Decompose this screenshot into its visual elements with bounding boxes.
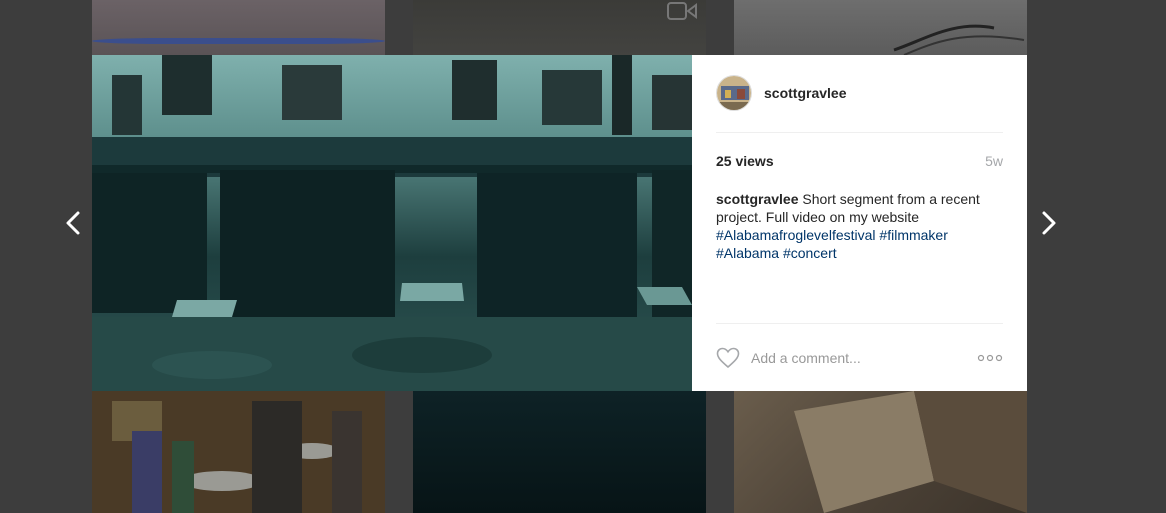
more-options-icon[interactable] xyxy=(977,353,1003,363)
views-count[interactable]: 25 views xyxy=(716,153,774,169)
post-modal: scottgravlee 25 views 5w scottgravlee Sh… xyxy=(92,55,1027,391)
comment-bar xyxy=(716,345,1003,371)
video-camera-icon xyxy=(667,2,697,20)
hashtag-link[interactable]: #concert xyxy=(783,245,837,261)
grid-thumbnail xyxy=(92,0,385,55)
comment-input[interactable] xyxy=(751,350,971,366)
video-frame xyxy=(92,55,692,391)
post-details-panel: scottgravlee 25 views 5w scottgravlee Sh… xyxy=(692,55,1027,391)
hashtag-link[interactable]: #Alabamafroglevelfestival xyxy=(716,227,876,243)
grid-thumbnail xyxy=(413,0,706,55)
hashtag-link[interactable]: #filmmaker xyxy=(879,227,947,243)
divider xyxy=(716,132,1003,133)
grid-thumbnail xyxy=(734,391,1027,513)
username-link[interactable]: scottgravlee xyxy=(764,85,846,101)
post-header: scottgravlee xyxy=(716,73,1003,113)
grid-thumbnail xyxy=(734,0,1027,55)
post-video[interactable] xyxy=(92,55,692,391)
grid-thumbnail xyxy=(92,391,385,513)
avatar[interactable] xyxy=(716,75,752,111)
chevron-right-icon[interactable] xyxy=(1036,208,1060,238)
caption-username[interactable]: scottgravlee xyxy=(716,191,798,207)
post-stats: 25 views 5w xyxy=(716,153,1003,169)
hashtag-link[interactable]: #Alabama xyxy=(716,245,779,261)
post-age[interactable]: 5w xyxy=(985,153,1003,169)
heart-icon[interactable] xyxy=(716,347,740,369)
divider xyxy=(716,323,1003,324)
post-caption: scottgravlee Short segment from a recent… xyxy=(716,190,1003,262)
grid-thumbnail xyxy=(413,391,706,513)
chevron-left-icon[interactable] xyxy=(62,208,86,238)
